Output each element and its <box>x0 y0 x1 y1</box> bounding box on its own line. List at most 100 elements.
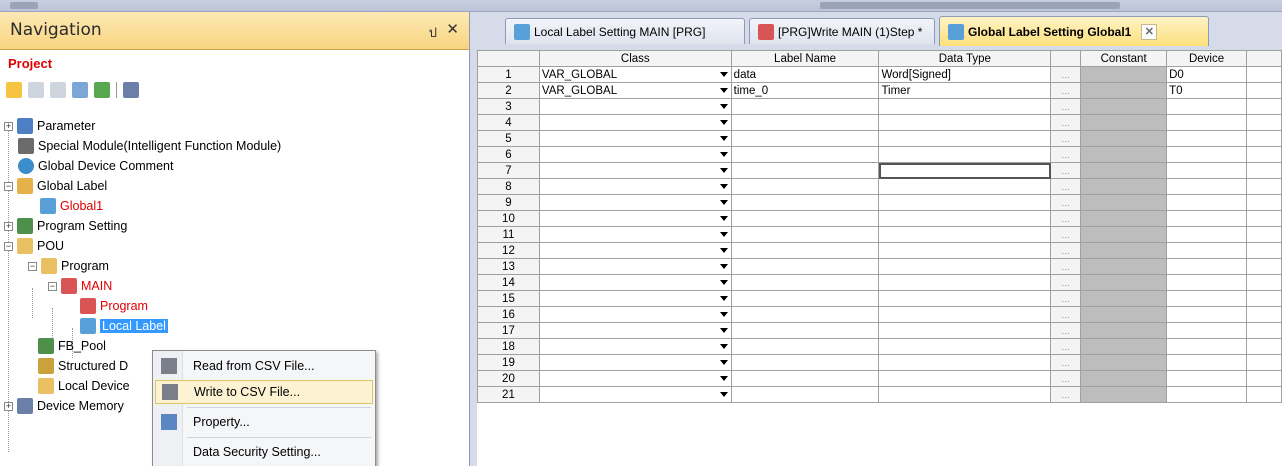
browse-button[interactable]: … <box>1050 210 1082 227</box>
data-type-cell[interactable] <box>878 98 1052 115</box>
device-cell[interactable] <box>1166 386 1247 403</box>
table-row[interactable]: 14… <box>477 274 1282 291</box>
tree-item-main[interactable]: − MAIN <box>48 276 112 296</box>
extra-cell[interactable] <box>1246 130 1282 147</box>
data-type-cell[interactable] <box>878 242 1052 259</box>
data-type-cell[interactable] <box>878 290 1052 307</box>
device-cell[interactable] <box>1166 338 1247 355</box>
dropdown-arrow-icon[interactable] <box>719 104 728 109</box>
device-cell[interactable] <box>1166 290 1247 307</box>
class-cell[interactable] <box>538 322 732 339</box>
label-name-cell[interactable] <box>730 322 880 339</box>
tree-item-program-folder[interactable]: − Program <box>28 256 109 276</box>
collapse-icon[interactable]: − <box>4 181 13 191</box>
tree-item-fb-pool[interactable]: FB_Pool <box>38 336 106 356</box>
label-name-cell[interactable] <box>730 306 880 323</box>
label-name-cell[interactable] <box>730 194 880 211</box>
class-cell[interactable]: VAR_GLOBAL <box>538 66 732 83</box>
extra-cell[interactable] <box>1246 66 1282 83</box>
extra-cell[interactable] <box>1246 258 1282 275</box>
device-header[interactable]: Device <box>1166 50 1247 67</box>
filter-icon[interactable] <box>123 82 139 98</box>
device-cell[interactable] <box>1166 194 1247 211</box>
extra-cell[interactable] <box>1246 98 1282 115</box>
table-row[interactable]: 5… <box>477 130 1282 147</box>
label-name-cell[interactable] <box>730 338 880 355</box>
collapse-icon[interactable]: − <box>4 241 13 251</box>
data-type-cell[interactable]: Word[Signed] <box>878 66 1052 83</box>
dropdown-arrow-icon[interactable] <box>719 152 728 157</box>
extra-cell[interactable] <box>1246 322 1282 339</box>
table-row[interactable]: 9… <box>477 194 1282 211</box>
collapse-icon[interactable]: − <box>28 261 37 271</box>
table-row[interactable]: 20… <box>477 370 1282 387</box>
data-type-cell[interactable] <box>878 386 1052 403</box>
table-row[interactable]: 8… <box>477 178 1282 195</box>
device-cell[interactable] <box>1166 322 1247 339</box>
extra-cell[interactable] <box>1246 354 1282 371</box>
new-item-icon[interactable] <box>6 82 22 98</box>
class-cell[interactable] <box>538 338 732 355</box>
device-cell[interactable] <box>1166 98 1247 115</box>
device-cell[interactable] <box>1166 306 1247 323</box>
browse-button[interactable]: … <box>1050 322 1082 339</box>
label-name-cell[interactable]: data <box>730 66 880 83</box>
class-cell[interactable] <box>538 146 732 163</box>
property-icon[interactable] <box>72 82 88 98</box>
device-cell[interactable] <box>1166 114 1247 131</box>
device-cell[interactable] <box>1166 354 1247 371</box>
label-name-cell[interactable] <box>730 354 880 371</box>
tree-item-device-memory[interactable]: + Device Memory <box>4 396 124 416</box>
data-type-cell[interactable]: Timer <box>878 82 1052 99</box>
class-cell[interactable] <box>538 370 732 387</box>
tree-item-local-label[interactable]: Local Label <box>80 316 168 336</box>
class-cell[interactable] <box>538 306 732 323</box>
tree-item-program[interactable]: Program <box>80 296 148 316</box>
device-cell[interactable] <box>1166 178 1247 195</box>
table-row[interactable]: 7… <box>477 162 1282 179</box>
extra-cell[interactable] <box>1246 178 1282 195</box>
label-name-cell[interactable] <box>730 290 880 307</box>
expand-icon[interactable]: + <box>4 121 13 131</box>
label-name-cell[interactable] <box>730 178 880 195</box>
dropdown-arrow-icon[interactable] <box>719 280 728 285</box>
class-cell[interactable] <box>538 210 732 227</box>
dropdown-arrow-icon[interactable] <box>719 216 728 221</box>
browse-button[interactable]: … <box>1050 82 1082 99</box>
extra-cell[interactable] <box>1246 242 1282 259</box>
table-row[interactable]: 6… <box>477 146 1282 163</box>
browse-button[interactable]: … <box>1050 354 1082 371</box>
browse-button[interactable]: … <box>1050 66 1082 83</box>
tree-item-special-module[interactable]: Special Module(Intelligent Function Modu… <box>18 136 281 156</box>
pin-icon[interactable]: ป <box>429 22 437 43</box>
extra-cell[interactable] <box>1246 306 1282 323</box>
browse-button[interactable]: … <box>1050 162 1082 179</box>
dropdown-arrow-icon[interactable] <box>719 88 728 93</box>
extra-cell[interactable] <box>1246 226 1282 243</box>
tree-item-local-device[interactable]: Local Device <box>38 376 130 396</box>
browse-button[interactable]: … <box>1050 194 1082 211</box>
browse-button[interactable]: … <box>1050 258 1082 275</box>
label-name-cell[interactable] <box>730 386 880 403</box>
class-cell[interactable] <box>538 162 732 179</box>
data-type-cell[interactable] <box>878 306 1052 323</box>
class-cell[interactable] <box>538 226 732 243</box>
browse-button[interactable]: … <box>1050 242 1082 259</box>
tab-write-main[interactable]: [PRG]Write MAIN (1)Step * <box>749 18 935 44</box>
device-cell[interactable] <box>1166 370 1247 387</box>
dropdown-arrow-icon[interactable] <box>719 360 728 365</box>
device-cell[interactable] <box>1166 146 1247 163</box>
data-type-cell[interactable] <box>878 322 1052 339</box>
browse-button[interactable]: … <box>1050 114 1082 131</box>
table-row[interactable]: 11… <box>477 226 1282 243</box>
class-cell[interactable] <box>538 258 732 275</box>
data-type-cell[interactable] <box>878 130 1052 147</box>
browse-button[interactable]: … <box>1050 370 1082 387</box>
menu-write-csv[interactable]: Write to CSV File... <box>155 380 373 404</box>
data-type-cell[interactable] <box>878 194 1052 211</box>
browse-button[interactable]: … <box>1050 290 1082 307</box>
class-cell[interactable] <box>538 98 732 115</box>
extra-cell[interactable] <box>1246 338 1282 355</box>
device-cell[interactable] <box>1166 162 1247 179</box>
dropdown-arrow-icon[interactable] <box>719 264 728 269</box>
